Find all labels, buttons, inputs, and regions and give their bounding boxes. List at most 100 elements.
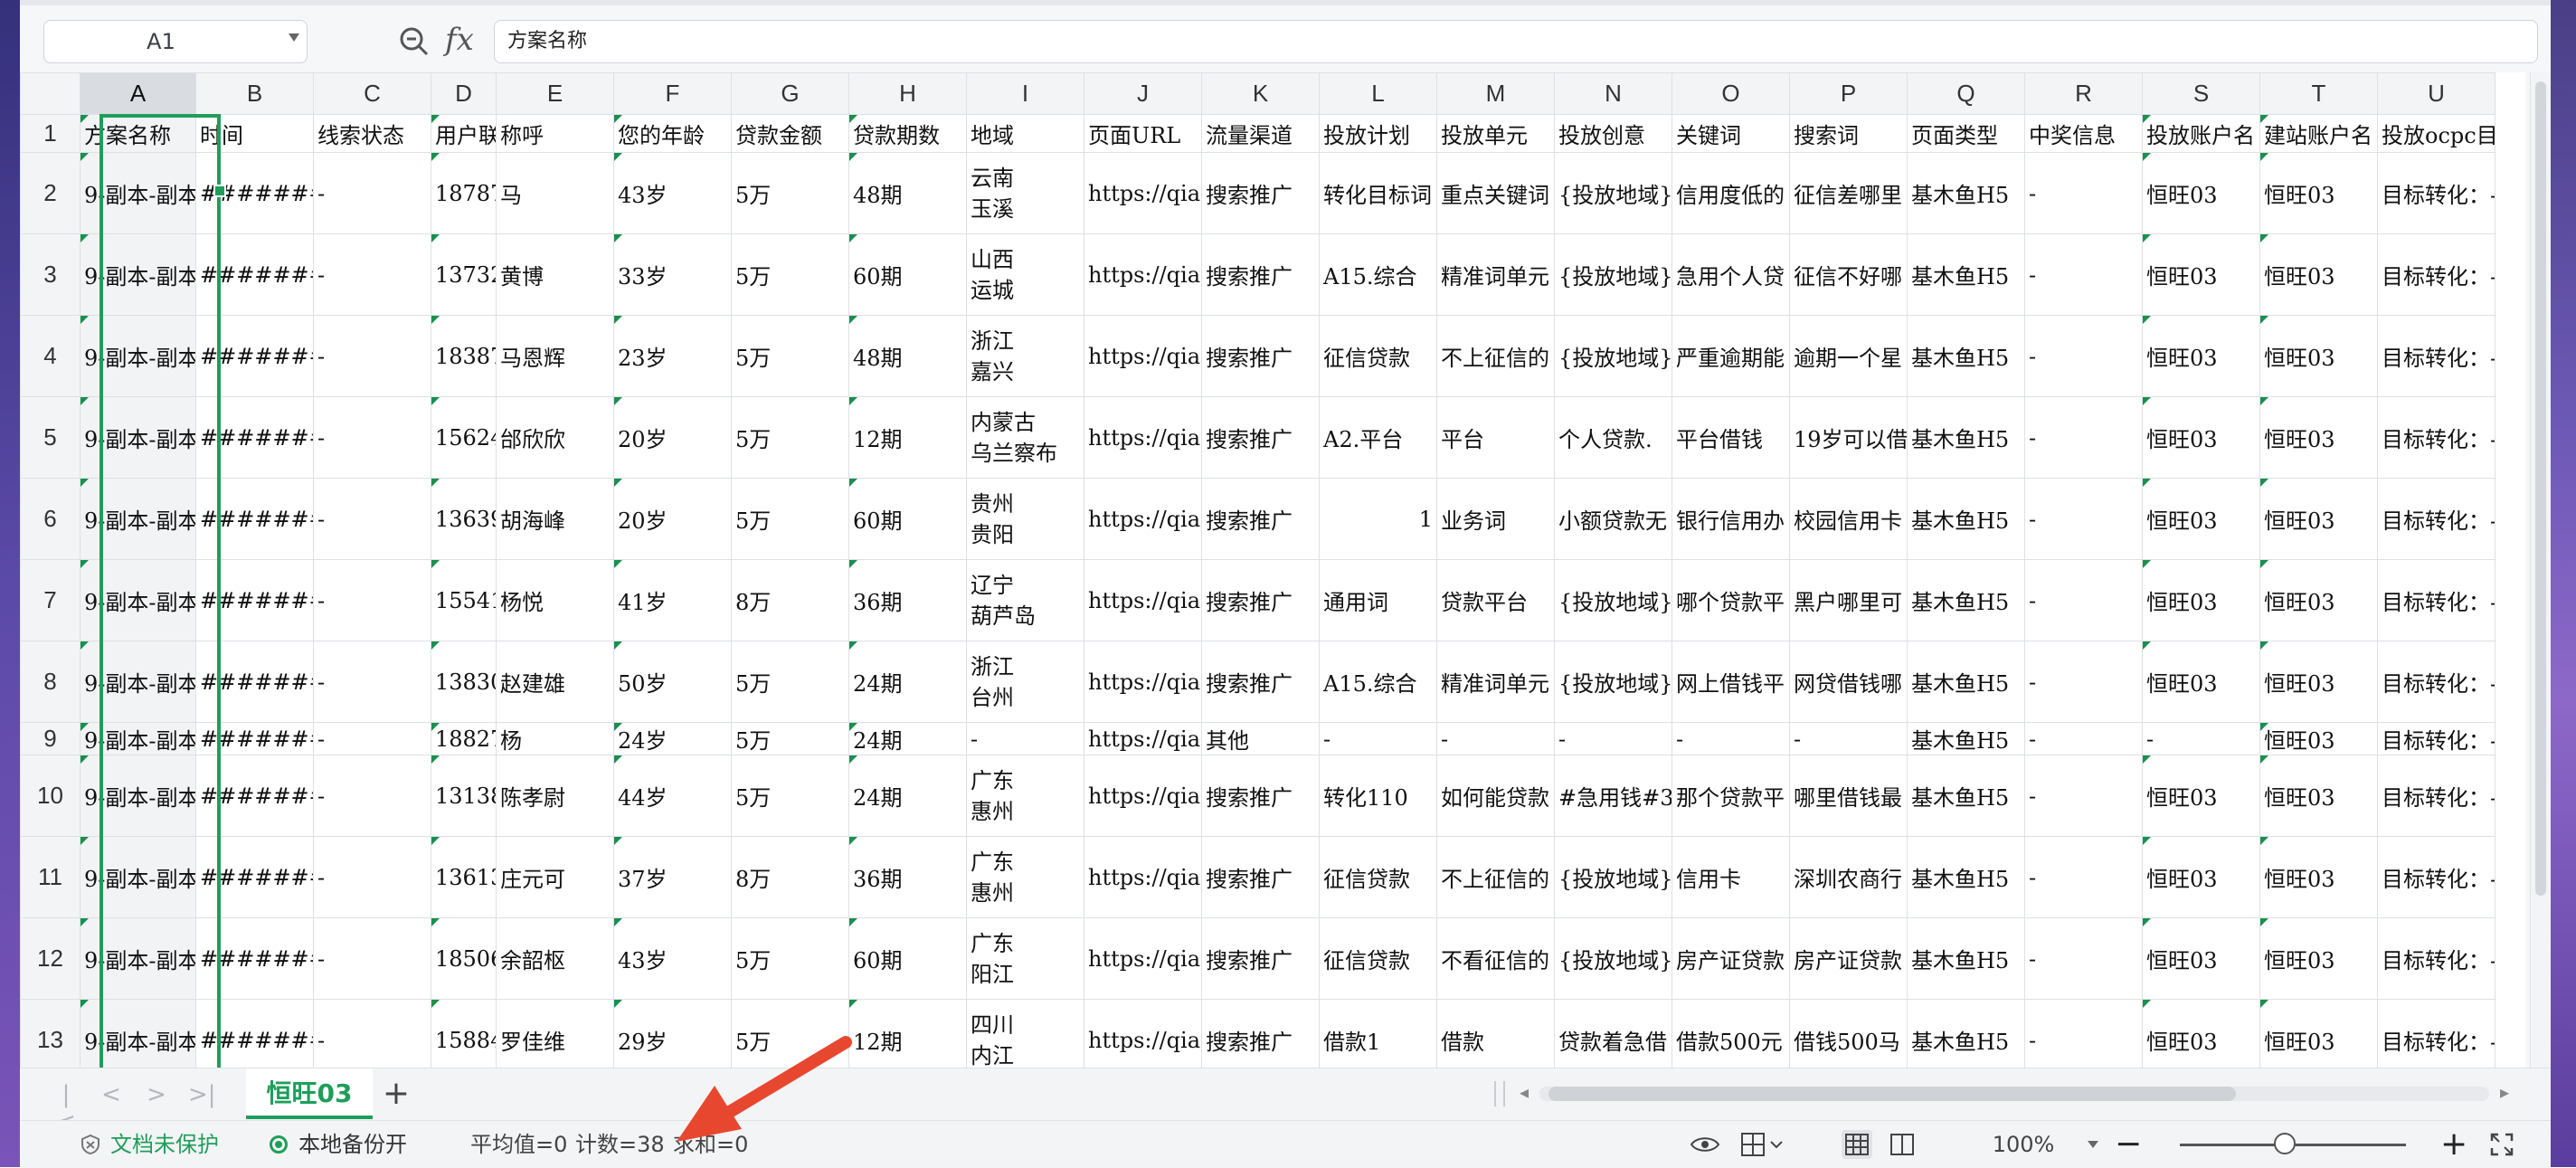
table-cell[interactable]: - [313,478,431,560]
table-cell[interactable]: 不上征信的 [1436,836,1555,918]
table-cell[interactable]: ####### [195,396,314,479]
table-cell[interactable]: 搜索推广 [1201,999,1320,1068]
table-cell[interactable]: 流量渠道 [1201,114,1320,153]
table-cell[interactable]: {投放地域} [1554,152,1672,234]
column-header[interactable]: C [313,72,431,115]
table-cell[interactable]: 搜索推广 [1201,836,1320,918]
table-cell[interactable]: 贵州 贵阳 [966,478,1084,560]
table-cell[interactable]: 48期 [848,315,967,397]
chevron-down-icon[interactable] [289,33,299,42]
table-cell[interactable]: - [2024,722,2143,755]
document-protection-status[interactable]: 文档未保护 [110,1121,219,1168]
table-cell[interactable]: - [2024,999,2143,1068]
table-cell[interactable]: https://qia [1084,722,1202,755]
table-cell[interactable]: 目标转化：- [2377,396,2496,479]
table-cell[interactable]: 41岁 [613,559,732,641]
table-cell[interactable]: 广东 惠州 [966,755,1084,837]
table-cell[interactable]: 恒旺03 [2259,478,2378,560]
table-cell[interactable]: 19岁可以借 [1789,396,1908,479]
table-cell[interactable]: https://qia [1084,396,1202,479]
table-cell[interactable]: 36期 [848,559,967,641]
table-cell[interactable]: 23岁 [613,315,732,397]
table-cell[interactable]: 136130 [431,836,497,918]
table-cell[interactable]: https://qia [1084,152,1202,234]
table-cell[interactable]: 转化110 [1319,755,1437,837]
table-cell[interactable]: - [1319,722,1437,755]
table-cell[interactable]: 24期 [848,641,967,723]
table-cell[interactable]: 平台 [1436,396,1555,479]
table-cell[interactable]: 基木鱼H5 [1907,478,2025,560]
table-cell[interactable]: 目标转化：- [2377,478,2496,560]
table-cell[interactable]: 48期 [848,152,967,234]
table-cell[interactable]: 恒旺03 [2259,836,2378,918]
first-sheet-button[interactable]: |< [52,1081,80,1135]
table-cell[interactable]: 哪里借钱最 [1789,755,1908,837]
table-cell[interactable]: 投放账户名 [2142,114,2260,153]
table-cell[interactable]: 您的年龄 [613,114,732,153]
column-header[interactable]: R [2024,72,2143,115]
table-cell[interactable]: - [1554,722,1672,755]
table-cell[interactable]: 浙江 台州 [966,641,1084,723]
table-cell[interactable]: 44岁 [613,755,732,837]
table-cell[interactable]: 恒旺03 [2142,233,2260,316]
table-cell[interactable]: 转化目标词 [1319,152,1437,234]
table-cell[interactable]: 29岁 [613,999,732,1068]
column-header[interactable]: A [80,72,196,115]
table-cell[interactable]: 目标转化：- [2377,152,2496,234]
table-cell[interactable]: 借钱500马 [1789,999,1908,1068]
table-cell[interactable]: 其他 [1201,722,1320,755]
table-cell[interactable]: ####### [195,722,314,755]
table-cell[interactable]: 贷款平台 [1436,559,1555,641]
table-cell[interactable]: - [313,152,431,234]
table-cell[interactable]: 目标转化：- [2377,917,2496,1000]
table-cell[interactable]: - [2024,559,2143,641]
table-cell[interactable]: https://qia [1084,836,1202,918]
table-cell[interactable]: ####### [195,233,314,316]
table-cell[interactable]: 5万 [731,315,849,397]
table-cell[interactable]: - [2024,396,2143,479]
table-cell[interactable]: - [2024,478,2143,560]
column-header[interactable]: U [2377,72,2496,115]
table-cell[interactable]: 24期 [848,755,967,837]
table-cell[interactable]: 地域 [966,114,1084,153]
table-cell[interactable]: 恒旺03 [2259,755,2378,837]
table-cell[interactable]: 赵建雄 [496,641,614,723]
table-cell[interactable]: 恒旺03 [2259,233,2378,316]
formula-input[interactable]: 方案名称 [494,20,2538,63]
table-cell[interactable]: 平台借钱 [1672,396,1790,479]
table-cell[interactable]: 四川 内江 [966,999,1084,1068]
table-cell[interactable]: 5万 [731,999,849,1068]
table-cell[interactable]: 页面类型 [1907,114,2025,153]
table-cell[interactable]: 基木鱼H5 [1907,152,2025,234]
table-cell[interactable]: {投放地域} [1554,836,1672,918]
table-cell[interactable]: ####### [195,641,314,723]
normal-view-icon[interactable] [1842,1130,1872,1159]
table-cell[interactable]: https://qia [1084,755,1202,837]
prev-sheet-button[interactable]: < [98,1081,125,1108]
table-cell[interactable]: 5万 [731,722,849,755]
zoom-slider-thumb[interactable] [2274,1133,2296,1154]
table-cell[interactable]: 时间 [195,114,314,153]
horizontal-scrollbar-thumb[interactable] [1548,1087,2236,1101]
table-cell[interactable]: 目标转化：- [2377,999,2496,1068]
table-cell[interactable]: - [313,315,431,397]
table-cell[interactable]: 网贷借钱哪 [1789,641,1908,723]
table-cell[interactable]: - [2024,836,2143,918]
table-cell[interactable]: 5万 [731,641,849,723]
table-cell[interactable]: 搜索推广 [1201,396,1320,479]
table-cell[interactable]: {投放地域} [1554,641,1672,723]
column-header[interactable]: J [1084,72,1202,115]
table-cell[interactable]: 185060 [431,917,497,1000]
table-cell[interactable]: 个人贷款. [1554,396,1672,479]
table-cell[interactable]: 搜索推广 [1201,641,1320,723]
table-cell[interactable]: 称呼 [496,114,614,153]
table-cell[interactable]: 20岁 [613,478,732,560]
table-cell[interactable]: 12期 [848,396,967,479]
table-cell[interactable]: 庄元可 [496,836,614,918]
table-cell[interactable]: 1 [1319,478,1437,560]
table-cell[interactable]: 投放计划 [1319,114,1437,153]
table-cell[interactable]: 155418 [431,559,497,641]
table-cell[interactable]: 恒旺03 [2259,917,2378,1000]
column-header[interactable]: K [1201,72,1320,115]
column-header[interactable]: O [1672,72,1790,115]
